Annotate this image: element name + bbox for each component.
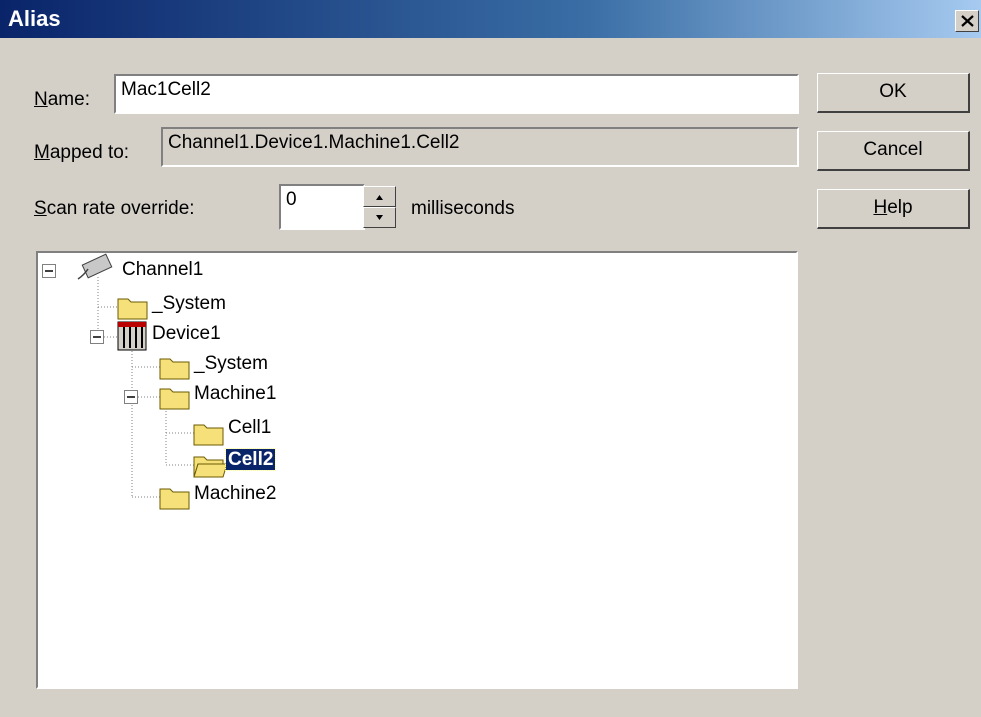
folder-icon — [159, 388, 190, 410]
name-input[interactable]: Mac1Cell2 — [114, 74, 799, 114]
scan-rate-unit: milliseconds — [411, 198, 515, 219]
device-icon — [117, 321, 147, 351]
scan-rate-input[interactable]: 0 — [279, 184, 365, 230]
scan-rate-stepper — [363, 186, 396, 228]
tree-node-device1[interactable]: Device1 — [150, 323, 223, 345]
spin-up-button[interactable] — [363, 186, 396, 207]
scan-rate-label: Scan rate override: — [34, 198, 195, 219]
help-button[interactable]: Help — [817, 189, 970, 229]
tree-node-channel1[interactable]: Channel1 — [120, 259, 205, 281]
tag-tree-view[interactable]: Channel1 _System Device1 _System Machine… — [36, 251, 798, 689]
folder-icon — [159, 488, 190, 510]
mapped-to-field: Channel1.Device1.Machine1.Cell2 — [161, 127, 799, 167]
tree-connector-lines — [42, 253, 228, 510]
tree-node-system[interactable]: _System — [150, 293, 228, 315]
arrow-down-icon — [376, 215, 383, 220]
folder-icon — [159, 358, 190, 380]
tree-node-cell2[interactable]: Cell2 — [224, 448, 277, 471]
folder-icon — [193, 424, 224, 446]
folder-icon — [117, 298, 148, 320]
ok-button[interactable]: OK — [817, 73, 970, 113]
name-label: Name: — [34, 89, 90, 110]
tree-node-system[interactable]: _System — [192, 353, 270, 375]
tree-node-machine2[interactable]: Machine2 — [192, 483, 278, 505]
close-button[interactable] — [955, 10, 979, 32]
channel-icon — [77, 253, 113, 280]
collapse-icon[interactable] — [124, 390, 138, 404]
spin-down-button[interactable] — [363, 207, 396, 228]
collapse-icon[interactable] — [42, 264, 56, 278]
cancel-button[interactable]: Cancel — [817, 131, 970, 171]
close-icon — [961, 15, 974, 27]
tree-node-cell1[interactable]: Cell1 — [226, 417, 273, 439]
mapped-to-label: Mapped to: — [34, 142, 130, 163]
open-folder-icon — [193, 456, 228, 478]
title-bar: Alias — [0, 0, 981, 38]
window-title: Alias — [8, 6, 61, 31]
collapse-icon[interactable] — [90, 330, 104, 344]
arrow-up-icon — [376, 195, 383, 200]
tree-node-machine1[interactable]: Machine1 — [192, 383, 278, 405]
